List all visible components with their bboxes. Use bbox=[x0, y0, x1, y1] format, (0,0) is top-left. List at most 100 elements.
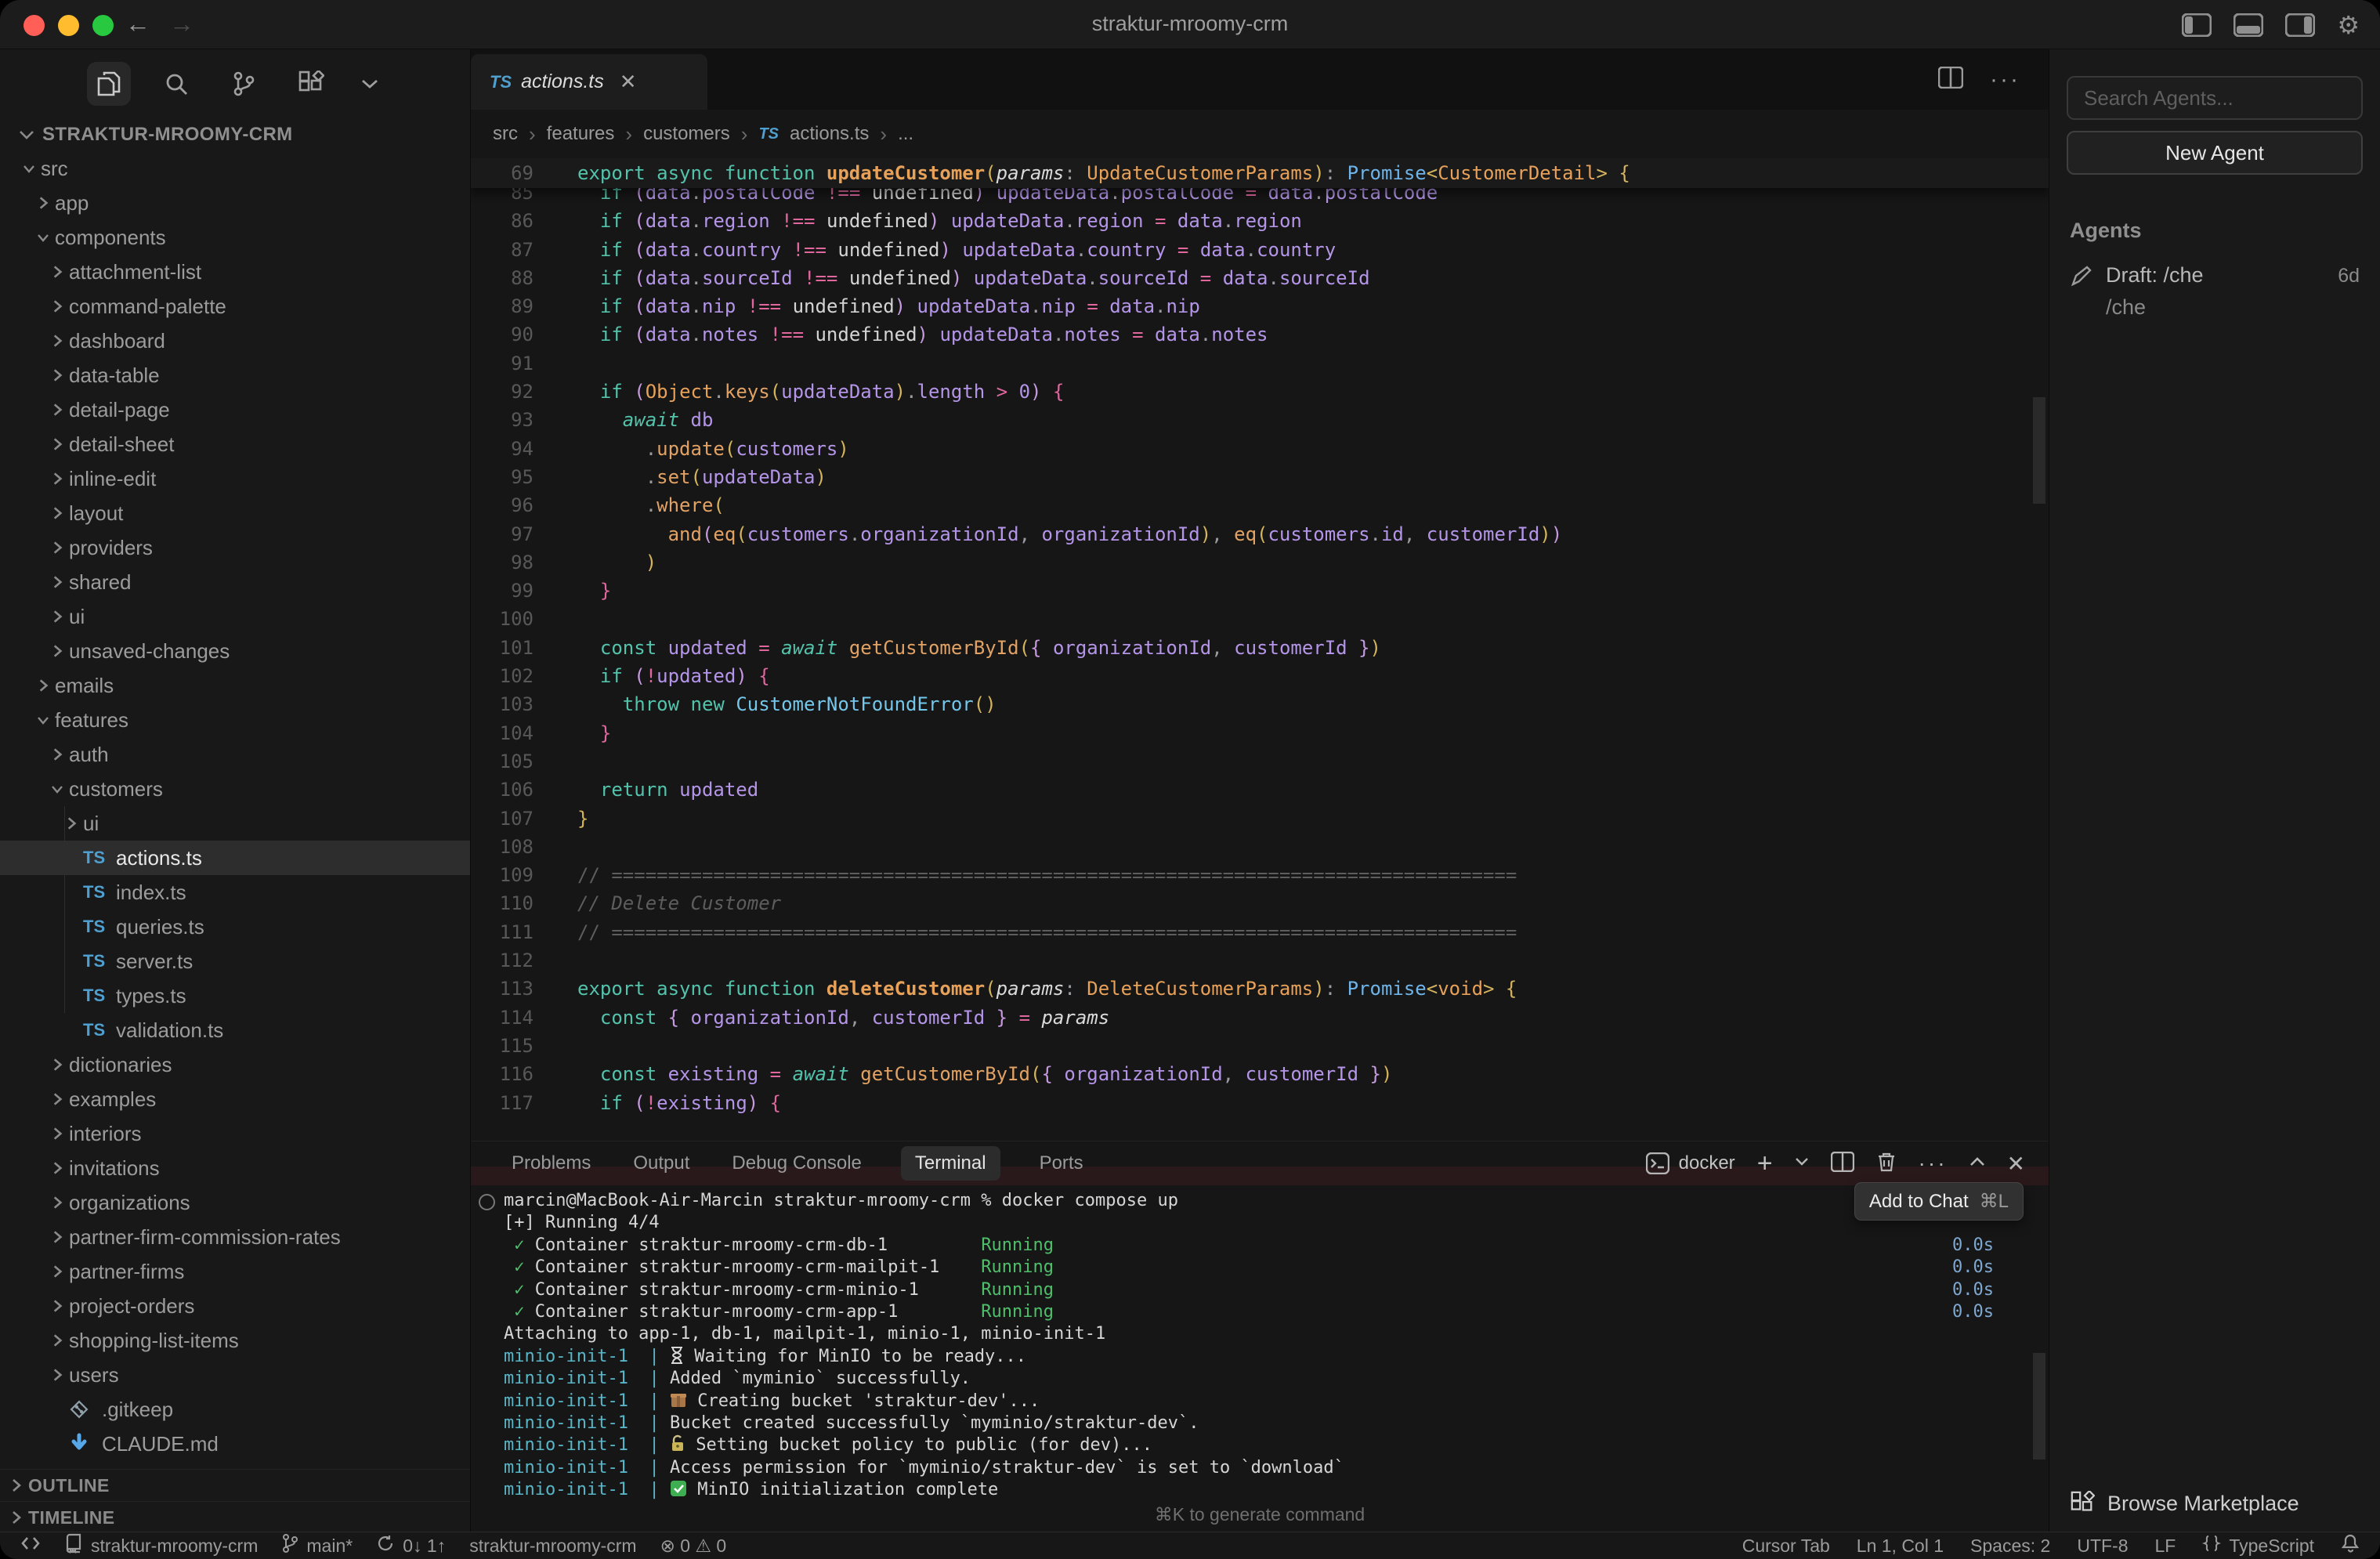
statusbar-item[interactable]: Spaces: 2 bbox=[1970, 1535, 2050, 1557]
statusbar-item[interactable]: straktur-mroomy-crm bbox=[469, 1535, 636, 1557]
timeline-section[interactable]: TIMELINE bbox=[0, 1501, 470, 1533]
tree-folder-emails[interactable]: emails bbox=[0, 668, 470, 703]
tree-folder-components[interactable]: components bbox=[0, 220, 470, 255]
braces-icon bbox=[2202, 1534, 2221, 1557]
tree-file-actions-ts[interactable]: TSactions.ts bbox=[0, 841, 470, 875]
terminal-scrollbar[interactable] bbox=[2033, 1353, 2045, 1460]
breadcrumb[interactable]: src›features›customers›TSactions.ts›... bbox=[471, 110, 2049, 158]
source-control-icon[interactable] bbox=[222, 62, 266, 106]
agent-list-item[interactable]: Draft: /che 6d /che bbox=[2070, 263, 2363, 320]
breadcrumb-segment[interactable]: features bbox=[547, 123, 615, 145]
add-to-chat-button[interactable]: Add to Chat ⌘L bbox=[1854, 1182, 2024, 1221]
statusbar-item-remote[interactable] bbox=[20, 1534, 41, 1557]
tree-folder-shopping-list-items[interactable]: shopping-list-items bbox=[0, 1323, 470, 1358]
explorer-root-row[interactable]: STRAKTUR-MROOMY-CRM bbox=[0, 118, 470, 151]
tree-folder-unsaved-changes[interactable]: unsaved-changes bbox=[0, 634, 470, 668]
tree-folder-partner-firms[interactable]: partner-firms bbox=[0, 1254, 470, 1289]
tree-file--gitkeep[interactable]: .gitkeep bbox=[0, 1392, 470, 1427]
tree-folder-features[interactable]: features bbox=[0, 703, 470, 737]
statusbar-item-braces[interactable]: TypeScript bbox=[2202, 1534, 2314, 1557]
breadcrumb-symbol[interactable]: ... bbox=[898, 123, 913, 145]
toggle-bottom-panel-icon[interactable] bbox=[2234, 13, 2263, 37]
extensions-icon[interactable] bbox=[289, 62, 333, 106]
tab-debug-console[interactable]: Debug Console bbox=[729, 1146, 864, 1181]
breadcrumb-file[interactable]: actions.ts bbox=[790, 123, 869, 145]
files-icon[interactable] bbox=[87, 62, 131, 106]
outline-section[interactable]: OUTLINE bbox=[0, 1469, 470, 1501]
tree-folder-app[interactable]: app bbox=[0, 186, 470, 220]
tree-folder-ui[interactable]: ui bbox=[0, 806, 470, 841]
tree-file-types-ts[interactable]: TStypes.ts bbox=[0, 978, 470, 1013]
statusbar-item[interactable]: ⊗ 0 ⚠ 0 bbox=[660, 1535, 727, 1557]
tree-folder-attachment-list[interactable]: attachment-list bbox=[0, 255, 470, 289]
panel-more-icon[interactable]: ··· bbox=[1919, 1151, 1948, 1176]
more-actions-icon[interactable]: ··· bbox=[1990, 67, 2020, 93]
code-editor[interactable]: 69export async function updateCustomer(p… bbox=[471, 158, 2049, 1141]
statusbar-item-repo[interactable]: straktur-mroomy-crm bbox=[64, 1533, 258, 1558]
statusbar-item-sync[interactable]: 0↓ 1↑ bbox=[376, 1534, 446, 1557]
breadcrumb-segment[interactable]: src bbox=[493, 123, 518, 145]
tree-folder-data-table[interactable]: data-table bbox=[0, 358, 470, 392]
tree-file-index-ts[interactable]: TSindex.ts bbox=[0, 875, 470, 910]
close-panel-icon[interactable]: ✕ bbox=[2007, 1151, 2025, 1177]
tree-folder-customers[interactable]: customers bbox=[0, 772, 470, 806]
close-tab-icon[interactable]: ✕ bbox=[620, 70, 637, 94]
tree-folder-dictionaries[interactable]: dictionaries bbox=[0, 1047, 470, 1082]
browse-marketplace-button[interactable]: Browse Marketplace bbox=[2070, 1491, 2299, 1516]
tree-folder-shared[interactable]: shared bbox=[0, 565, 470, 599]
tree-folder-hooks[interactable]: hooks bbox=[0, 1461, 470, 1469]
tree-file-validation-ts[interactable]: TSvalidation.ts bbox=[0, 1013, 470, 1047]
tab-terminal[interactable]: Terminal bbox=[901, 1146, 1000, 1181]
tree-folder-invitations[interactable]: invitations bbox=[0, 1151, 470, 1185]
editor-scrollbar[interactable] bbox=[2033, 397, 2045, 504]
tree-folder-src[interactable]: src bbox=[0, 151, 470, 186]
statusbar-item[interactable]: UTF-8 bbox=[2077, 1535, 2128, 1557]
maximize-panel-icon[interactable] bbox=[1969, 1156, 1985, 1170]
tree-folder-users[interactable]: users bbox=[0, 1358, 470, 1392]
search-icon[interactable] bbox=[154, 62, 198, 106]
terminal-dropdown-icon[interactable] bbox=[1795, 1156, 1809, 1170]
statusbar-item[interactable]: LF bbox=[2155, 1535, 2176, 1557]
tab-problems[interactable]: Problems bbox=[508, 1146, 594, 1181]
tree-file-queries-ts[interactable]: TSqueries.ts bbox=[0, 910, 470, 944]
tree-file-server-ts[interactable]: TSserver.ts bbox=[0, 944, 470, 978]
split-editor-icon[interactable] bbox=[1938, 67, 1963, 92]
toggle-left-sidebar-icon[interactable] bbox=[2182, 13, 2212, 37]
tab-actions-ts[interactable]: TS actions.ts ✕ bbox=[471, 54, 707, 110]
tree-folder-partner-firm-commission-rates[interactable]: partner-firm-commission-rates bbox=[0, 1220, 470, 1254]
command-decoration-icon[interactable] bbox=[479, 1194, 495, 1210]
statusbar-item-branch[interactable]: main* bbox=[281, 1533, 353, 1558]
tree-folder-project-orders[interactable]: project-orders bbox=[0, 1289, 470, 1323]
breadcrumb-segment[interactable]: customers bbox=[643, 123, 730, 145]
kill-terminal-icon[interactable] bbox=[1876, 1151, 1897, 1177]
terminal-output[interactable]: marcin@MacBook-Air-Marcin straktur-mroom… bbox=[471, 1190, 2049, 1501]
tree-folder-organizations[interactable]: organizations bbox=[0, 1185, 470, 1220]
new-terminal-icon[interactable]: + bbox=[1757, 1148, 1773, 1179]
tree-folder-examples[interactable]: examples bbox=[0, 1082, 470, 1116]
tree-folder-auth[interactable]: auth bbox=[0, 737, 470, 772]
tree-folder-layout[interactable]: layout bbox=[0, 496, 470, 530]
chevron-down-icon[interactable] bbox=[356, 62, 383, 106]
tree-folder-providers[interactable]: providers bbox=[0, 530, 470, 565]
statusbar-item[interactable]: Cursor Tab bbox=[1742, 1535, 1830, 1557]
statusbar-item[interactable]: Ln 1, Col 1 bbox=[1857, 1535, 1944, 1557]
tree-folder-inline-edit[interactable]: inline-edit bbox=[0, 461, 470, 496]
statusbar-item-bell[interactable] bbox=[2341, 1533, 2360, 1558]
tree-folder-detail-page[interactable]: detail-page bbox=[0, 392, 470, 427]
tab-output[interactable]: Output bbox=[630, 1146, 693, 1181]
tree-folder-ui[interactable]: ui bbox=[0, 599, 470, 634]
terminal-profile[interactable]: docker bbox=[1646, 1152, 1735, 1174]
chevron-right-icon bbox=[45, 1332, 69, 1349]
split-terminal-icon[interactable] bbox=[1831, 1152, 1854, 1176]
new-agent-button[interactable]: New Agent bbox=[2067, 131, 2363, 175]
tree-folder-dashboard[interactable]: dashboard bbox=[0, 324, 470, 358]
terminal-line: [+] Running 4/4 bbox=[471, 1212, 2049, 1234]
tree-file-claude-md[interactable]: CLAUDE.md bbox=[0, 1427, 470, 1461]
tab-ports[interactable]: Ports bbox=[1036, 1146, 1087, 1181]
toggle-right-sidebar-icon[interactable] bbox=[2285, 13, 2315, 37]
tree-folder-command-palette[interactable]: command-palette bbox=[0, 289, 470, 324]
settings-gear-icon[interactable]: ⚙ bbox=[2337, 10, 2360, 40]
tree-folder-interiors[interactable]: interiors bbox=[0, 1116, 470, 1151]
search-agents-input[interactable]: Search Agents... bbox=[2067, 76, 2363, 120]
tree-folder-detail-sheet[interactable]: detail-sheet bbox=[0, 427, 470, 461]
